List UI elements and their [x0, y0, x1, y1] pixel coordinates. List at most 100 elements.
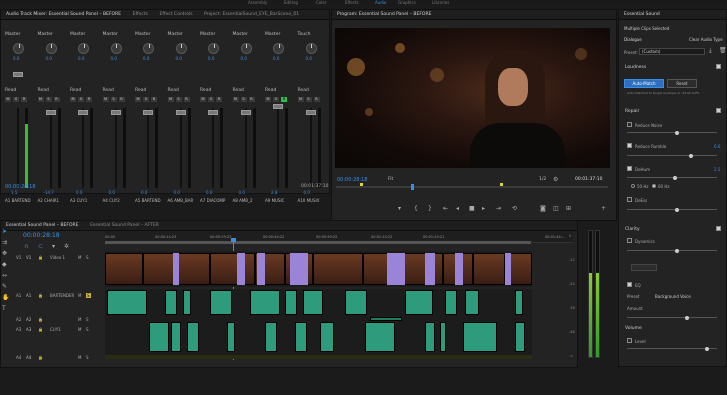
selected-clip-highlight[interactable]: [455, 253, 463, 285]
ripple-edit-icon[interactable]: ✥: [2, 251, 7, 257]
fader-handle[interactable]: [208, 110, 218, 115]
record-button[interactable]: R: [151, 97, 157, 102]
channel-output-label[interactable]: Master: [5, 32, 20, 37]
fader-value[interactable]: 0.0: [109, 190, 115, 195]
eq-amount-slider[interactable]: [627, 315, 717, 320]
solo-button[interactable]: S: [305, 97, 312, 102]
audio-clip[interactable]: [515, 290, 523, 315]
volume-fader[interactable]: [147, 108, 149, 188]
marker[interactable]: [500, 183, 503, 186]
fader-handle[interactable]: [305, 110, 316, 115]
tab-essential-sound[interactable]: Essential Sound: [619, 10, 665, 19]
workspace-tab-editing[interactable]: Editing: [284, 0, 298, 5]
hand-tool-icon[interactable]: ✋: [2, 295, 9, 301]
pan-knob[interactable]: [240, 43, 252, 54]
marker[interactable]: [360, 183, 363, 186]
solo-button[interactable]: S: [175, 97, 182, 102]
linked-selection-icon[interactable]: ⊂: [38, 244, 43, 250]
pan-knob[interactable]: [13, 43, 24, 54]
fader-value[interactable]: 0.0: [76, 190, 82, 195]
mute-button[interactable]: M: [167, 97, 174, 102]
reduce-rumble-slider[interactable]: [627, 153, 717, 158]
automation-mode[interactable]: Read: [38, 88, 49, 93]
record-button[interactable]: R: [86, 97, 92, 102]
automation-mode[interactable]: Read: [103, 88, 114, 93]
tab-effects[interactable]: Effects: [128, 10, 153, 19]
volume-fader[interactable]: [17, 108, 19, 188]
pan-value[interactable]: 0.0: [46, 56, 52, 61]
channel-output-label[interactable]: Touch: [298, 32, 311, 37]
mute-button[interactable]: M: [78, 293, 81, 298]
mute-button[interactable]: M: [70, 97, 76, 102]
solo-button[interactable]: S: [110, 97, 117, 102]
vr-view-icon[interactable]: ⊞: [566, 206, 571, 212]
deess-slider[interactable]: [627, 207, 717, 212]
volume-fader[interactable]: [49, 108, 52, 188]
dehum-value[interactable]: 2.5: [714, 167, 720, 172]
loop-icon[interactable]: ⟲: [512, 206, 517, 212]
audio-clip[interactable]: [303, 290, 323, 315]
slider-knob[interactable]: [685, 315, 689, 320]
record-button[interactable]: R: [21, 97, 27, 102]
volume-fader[interactable]: [277, 108, 279, 188]
volume-fader[interactable]: [212, 108, 214, 188]
fader-handle[interactable]: [143, 110, 153, 115]
reduce-noise-checkbox[interactable]: [627, 122, 632, 127]
pan-knob[interactable]: [273, 43, 284, 54]
video-clip[interactable]: [143, 253, 175, 285]
workspace-tab-audio[interactable]: Audio: [375, 0, 386, 5]
program-playhead[interactable]: [411, 184, 414, 190]
wrench-icon[interactable]: ⚙: [553, 176, 558, 183]
automation-mode[interactable]: Read: [298, 88, 309, 93]
record-button[interactable]: R: [183, 97, 190, 102]
pan-value[interactable]: 0.0: [78, 56, 84, 61]
mute-button[interactable]: M: [135, 97, 141, 102]
selected-clip-highlight[interactable]: [257, 253, 265, 285]
audio-clip[interactable]: [107, 290, 147, 315]
dynamics-slider[interactable]: [627, 248, 717, 253]
workspace-tab-color[interactable]: Color: [316, 0, 326, 5]
solo-button[interactable]: S: [208, 97, 214, 102]
repair-checkbox[interactable]: [716, 108, 721, 113]
resolution-select[interactable]: 1/2: [539, 177, 546, 182]
channel-output-label[interactable]: Master: [200, 32, 215, 37]
mark-in-icon[interactable]: {: [414, 206, 418, 212]
audio-clip[interactable]: [171, 322, 181, 352]
go-to-in-icon[interactable]: ⇤: [443, 206, 448, 212]
audio-clip[interactable]: [285, 290, 297, 315]
volume-fader[interactable]: [179, 108, 182, 188]
mute-button[interactable]: M: [232, 97, 239, 102]
snap-icon[interactable]: ∩: [24, 244, 28, 250]
60hz-radio[interactable]: [652, 184, 656, 188]
pan-value[interactable]: 0.0: [143, 56, 149, 61]
audio-clip[interactable]: [345, 290, 367, 315]
tab-sequence-after[interactable]: Essential Sound Panel – AFTER: [85, 221, 164, 230]
solo-button[interactable]: S: [86, 355, 89, 360]
tab-project[interactable]: Project: EssentialSound_EYE_BarScene_01: [199, 10, 304, 19]
pen-tool-icon[interactable]: ✎: [2, 284, 7, 290]
delete-preset-icon[interactable]: 🗑: [719, 47, 727, 54]
audio-clip[interactable]: [187, 322, 199, 352]
tab-program[interactable]: Program: Essential Sound Panel – BEFORE: [332, 10, 436, 19]
pan-value[interactable]: 0.0: [306, 56, 312, 61]
solo-button[interactable]: S: [86, 255, 89, 260]
slider-knob[interactable]: [675, 207, 679, 212]
lock-icon[interactable]: 🔒: [38, 317, 43, 322]
pan-knob[interactable]: [208, 43, 219, 54]
selected-clip-highlight[interactable]: [237, 253, 245, 285]
fader-value[interactable]: 0.0: [206, 190, 212, 195]
razor-tool-icon[interactable]: ◆: [2, 262, 7, 268]
pan-knob[interactable]: [143, 43, 154, 54]
fader-value[interactable]: 0.0: [239, 190, 245, 195]
dynamics-mode-button[interactable]: [631, 264, 657, 271]
mute-button[interactable]: M: [297, 97, 304, 102]
solo-button[interactable]: S: [13, 97, 19, 102]
volume-fader[interactable]: [309, 108, 312, 188]
solo-button[interactable]: S: [86, 293, 91, 298]
tab-sequence-before[interactable]: Essential Sound Panel – BEFORE: [1, 221, 84, 230]
record-button[interactable]: R: [216, 97, 222, 102]
pan-value[interactable]: 0.0: [273, 56, 279, 61]
fader-handle[interactable]: [110, 110, 121, 115]
audio-clip[interactable]: [463, 322, 497, 352]
record-button[interactable]: R: [281, 97, 287, 102]
